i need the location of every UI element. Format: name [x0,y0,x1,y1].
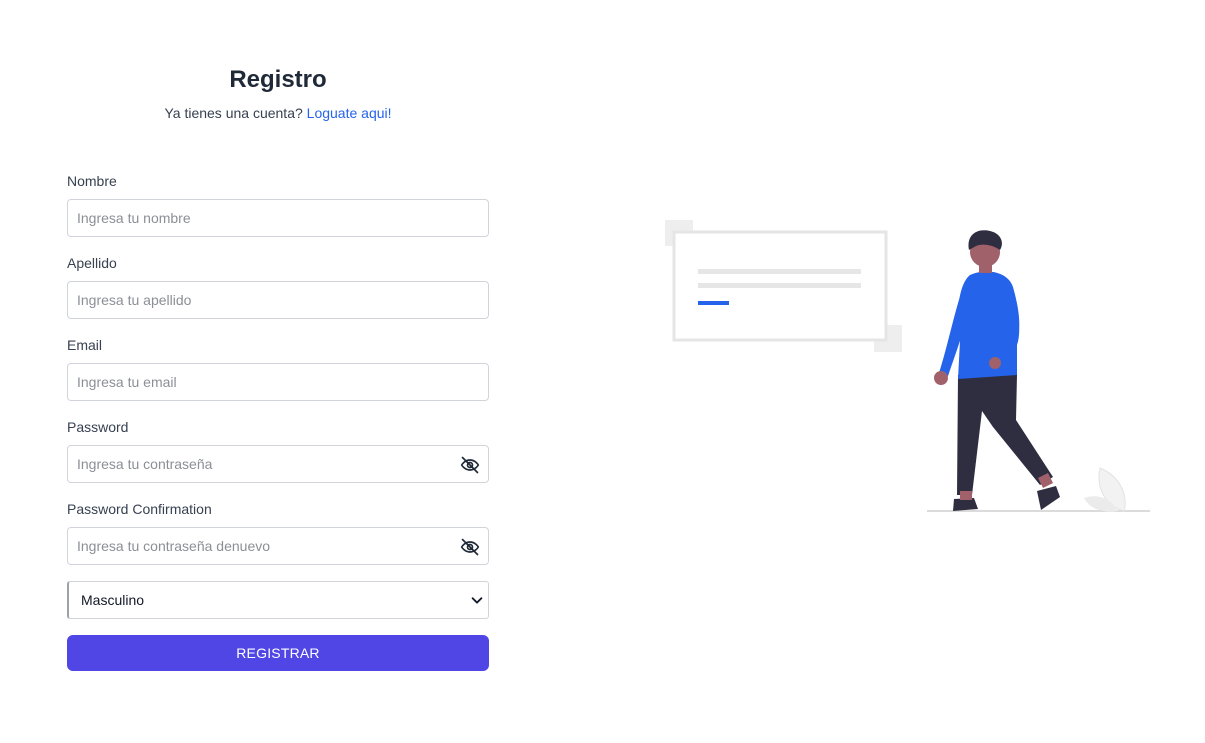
email-label: Email [67,337,103,353]
gender-select[interactable]: Masculino [67,581,489,619]
password-confirmation-field-wrapper [67,527,489,565]
nombre-label: Nombre [67,173,117,189]
password-label: Password [67,419,129,435]
login-prompt: Ya tienes una cuenta? Loguate aqui! [67,105,489,121]
apellido-label: Apellido [67,255,117,271]
password-input[interactable] [68,446,488,482]
email-input[interactable] [68,364,488,400]
password-confirmation-label: Password Confirmation [67,501,212,517]
person-with-card-illustration [665,220,1150,512]
email-field-wrapper [67,363,489,401]
password-confirmation-input[interactable] [68,528,488,564]
register-page: Registro Ya tienes una cuenta? Loguate a… [0,0,1205,743]
gender-select-value: Masculino [81,592,145,608]
chevron-down-icon [471,597,483,604]
nombre-field-wrapper [67,199,489,237]
apellido-field-wrapper [67,281,489,319]
eye-off-icon[interactable] [460,537,480,557]
eye-off-icon[interactable] [460,455,480,475]
login-prompt-text: Ya tienes una cuenta? [164,105,303,121]
apellido-input[interactable] [68,282,488,318]
login-link[interactable]: Loguate aqui! [307,105,392,121]
page-title: Registro [229,66,327,93]
nombre-input[interactable] [68,200,488,236]
register-button[interactable]: REGISTRAR [67,635,489,671]
signup-illustration [660,215,1160,525]
password-field-wrapper [67,445,489,483]
